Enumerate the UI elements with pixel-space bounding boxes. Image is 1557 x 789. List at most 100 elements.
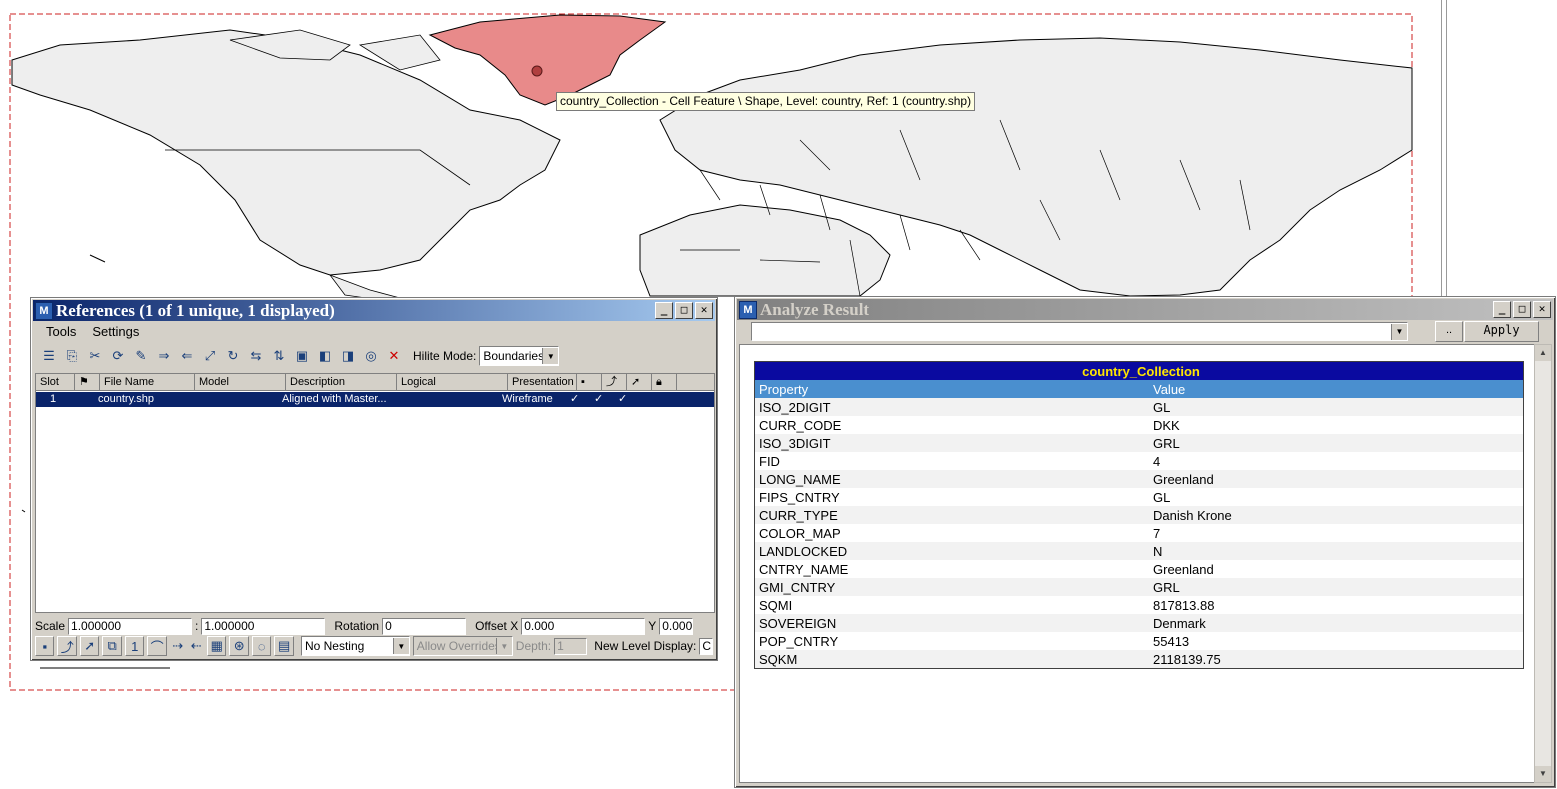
level-override-icon[interactable]: ⊛ — [229, 636, 249, 656]
property-cell: GMI_CNTRY — [754, 578, 1149, 596]
analyze-results-pane[interactable]: country_Collection Property Value ISO_2D… — [739, 344, 1535, 783]
minimize-button[interactable]: _ — [1493, 301, 1511, 318]
scale-master-field[interactable]: 1.000000 — [68, 617, 193, 635]
scale-reference-icon[interactable]: ⤢ — [200, 346, 220, 366]
vertical-scrollbar[interactable]: ▲ ▼ — [1534, 344, 1552, 783]
detach-reference-icon[interactable]: ✂ — [85, 346, 105, 366]
table-row[interactable]: 1 country.shp Aligned with Master... Wir… — [36, 392, 714, 407]
maximize-button[interactable]: □ — [1513, 301, 1531, 318]
col-snap-icon[interactable]: ⤴ — [602, 374, 627, 390]
depth-field: 1 — [554, 637, 588, 655]
value-cell: Denmark — [1149, 614, 1524, 632]
table-row: CURR_TYPE Danish Krone — [754, 506, 1524, 524]
offset-x-field[interactable]: 0.000 — [521, 617, 646, 635]
clip-boundary-icon[interactable]: ✎ — [131, 346, 151, 366]
scroll-up-icon[interactable]: ▲ — [1535, 345, 1551, 361]
scale-one-to-one-icon[interactable]: 1 — [124, 636, 145, 656]
display-toggle-icon[interactable]: ▪ — [35, 636, 55, 656]
list-header: Slot ⚑ File Name Model Description Logic… — [36, 374, 714, 391]
hilite-mode-label: Hilite Mode: — [413, 349, 477, 363]
cell-locate-check[interactable]: ✓ — [614, 392, 638, 407]
raster-icon[interactable]: ▦ — [207, 636, 227, 656]
hilite-mode-select[interactable]: Boundaries ▼ — [479, 346, 560, 366]
browse-button[interactable]: .. — [1435, 321, 1463, 342]
true-scale-icon[interactable]: ⧉ — [102, 636, 122, 656]
analyze-titlebar[interactable]: M Analyze Result _ □ ✕ — [737, 299, 1553, 320]
microstation-app-icon[interactable]: M — [739, 300, 757, 319]
nesting-select[interactable]: No Nesting ▼ — [300, 636, 410, 656]
value-cell: GRL — [1149, 578, 1524, 596]
value-cell: 4 — [1149, 452, 1524, 470]
scale-label: Scale — [35, 619, 66, 633]
properties-table: country_Collection Property Value ISO_2D… — [754, 361, 1524, 669]
locate-toggle-icon[interactable]: ➚ — [79, 636, 100, 656]
lighting-icon[interactable]: ◌ — [251, 636, 272, 656]
offset-y-field[interactable]: 0.000 — [659, 617, 694, 635]
maximize-button[interactable]: □ — [675, 302, 693, 319]
cell-snap-check[interactable]: ✓ — [590, 392, 614, 407]
value-cell: 55413 — [1149, 632, 1524, 650]
cell-slot: 1 — [50, 393, 57, 405]
delete-clip-icon[interactable]: ◎ — [361, 346, 381, 366]
north-america-shape — [11, 29, 561, 276]
references-toolbar: ☰ ⎘ ✂ ⟳ ✎ ⇒ ⇐ ⤢ ↻ ⇆ ⇅ ▣ ◧ ◨ ◎ ✕ Hilite M… — [35, 343, 713, 369]
table-row: COLOR_MAP 7 — [754, 524, 1524, 542]
col-model[interactable]: Model — [195, 374, 286, 390]
remove-icon[interactable]: ✕ — [384, 346, 404, 366]
menu-tools[interactable]: Tools — [46, 323, 76, 341]
col-lock-icon[interactable]: 🔒︎ — [652, 374, 677, 390]
scale-reference-field[interactable]: 1.000000 — [201, 617, 326, 635]
copy-reference-icon[interactable]: ⇐ — [177, 346, 197, 366]
clip-mask-icon[interactable]: ▣ — [292, 346, 312, 366]
cell-display-check[interactable]: ✓ — [566, 392, 590, 407]
list-view-icon[interactable]: ☰ — [39, 346, 59, 366]
col-presentation[interactable]: Presentation — [508, 374, 577, 390]
references-list[interactable]: Slot ⚑ File Name Model Description Logic… — [35, 373, 715, 613]
property-cell: ISO_2DIGIT — [754, 398, 1149, 416]
close-button[interactable]: ✕ — [1533, 301, 1551, 318]
col-description[interactable]: Description — [286, 374, 397, 390]
property-cell: SOVEREIGN — [754, 614, 1149, 632]
apply-button[interactable]: Apply — [1464, 321, 1539, 342]
col-flag-icon[interactable]: ⚑ — [75, 374, 100, 390]
table-row: LANDLOCKED N — [754, 542, 1524, 560]
property-cell: CURR_TYPE — [754, 506, 1149, 524]
clip-front-icon[interactable]: ◧ — [315, 346, 335, 366]
menu-settings[interactable]: Settings — [92, 323, 139, 341]
col-file-name[interactable]: File Name — [100, 374, 195, 390]
mirror-horizontal-icon[interactable]: ⇆ — [246, 346, 266, 366]
offset-y-label: Y — [648, 619, 657, 633]
col-logical[interactable]: Logical — [397, 374, 508, 390]
property-cell: LANDLOCKED — [754, 542, 1149, 560]
back-icon[interactable]: ⇠ — [188, 637, 204, 655]
rotate-reference-icon[interactable]: ↻ — [223, 346, 243, 366]
scroll-down-icon[interactable]: ▼ — [1535, 766, 1551, 782]
col-slot[interactable]: Slot — [36, 374, 75, 390]
value-cell: GL — [1149, 398, 1524, 416]
cell-model — [188, 392, 278, 407]
col-display-icon[interactable]: ▪ — [577, 374, 602, 390]
chevron-down-icon: ▼ — [495, 638, 512, 654]
settings-icon[interactable]: ▤ — [274, 636, 294, 656]
close-button[interactable]: ✕ — [695, 302, 713, 319]
col-locate-icon[interactable]: ➚ — [627, 374, 652, 390]
clip-back-icon[interactable]: ◨ — [338, 346, 358, 366]
analyze-filter-select[interactable]: ▼ — [751, 322, 1408, 341]
move-reference-icon[interactable]: ⇒ — [154, 346, 174, 366]
element-tooltip: country_Collection - Cell Feature \ Shap… — [556, 92, 976, 111]
value-cell: GL — [1149, 488, 1524, 506]
snap-toggle-icon[interactable]: ⤴ — [57, 636, 77, 656]
reload-reference-icon[interactable]: ⟳ — [108, 346, 128, 366]
table-row: POP_CNTRY 55413 — [754, 632, 1524, 650]
minimize-button[interactable]: _ — [655, 302, 673, 319]
line-style-scale-icon[interactable]: ⌒ — [147, 636, 167, 656]
mirror-vertical-icon[interactable]: ⇅ — [269, 346, 289, 366]
microstation-app-icon[interactable]: M — [35, 301, 53, 320]
new-level-display-field[interactable]: C — [699, 637, 714, 655]
rotation-field[interactable]: 0 — [382, 617, 467, 635]
property-cell: ISO_3DIGIT — [754, 434, 1149, 452]
references-titlebar[interactable]: M References (1 of 1 unique, 1 displayed… — [33, 300, 715, 321]
attach-reference-icon[interactable]: ⎘ — [62, 346, 82, 366]
forward-icon[interactable]: ⇢ — [170, 637, 186, 655]
view-splitter[interactable] — [1441, 0, 1447, 300]
